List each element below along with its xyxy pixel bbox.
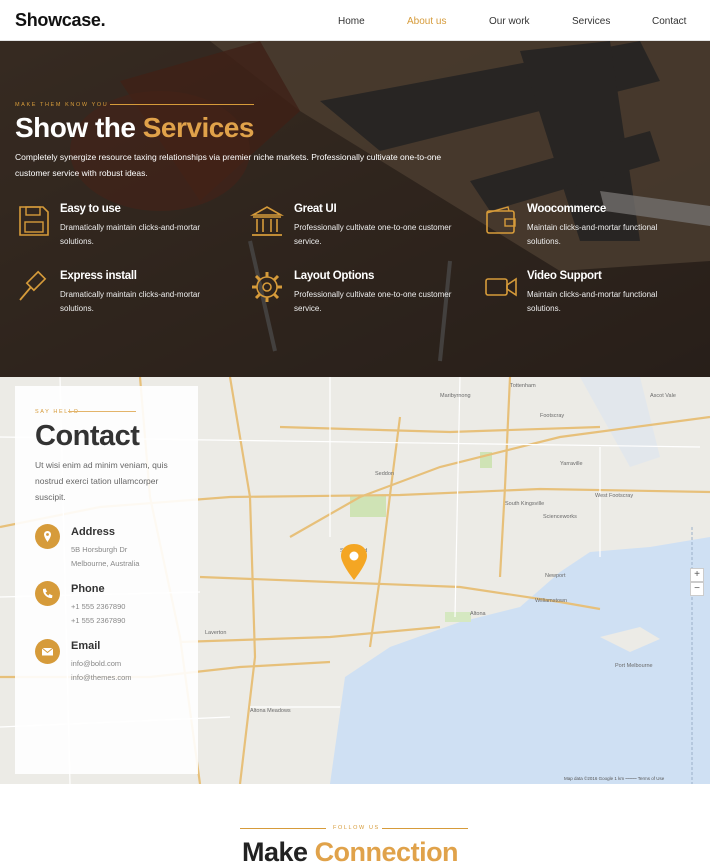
contact-heading: Contact <box>35 420 140 452</box>
svg-text:Newport: Newport <box>545 573 566 579</box>
gear-icon <box>252 272 282 302</box>
svg-text:Altona Meadows: Altona Meadows <box>250 708 291 714</box>
nav-link-home[interactable]: Home <box>338 16 365 27</box>
feature-title: Easy to use <box>60 203 121 215</box>
email-address[interactable]: info@bold.com <box>71 657 121 671</box>
phone-number[interactable]: +1 555 2367890 <box>71 614 125 628</box>
feature-description: Professionally cultivate one-to-one cust… <box>294 290 452 313</box>
eyebrow-divider <box>68 411 136 412</box>
nav-link-services[interactable]: Services <box>572 16 610 27</box>
svg-text:Maribyrnong: Maribyrnong <box>440 393 471 399</box>
gavel-icon <box>19 270 47 301</box>
email-label: Email <box>71 640 101 652</box>
location-pin-icon <box>44 531 51 542</box>
feature-description: Maintain clicks-and-mortar functional so… <box>527 290 658 313</box>
wallet-icon <box>486 206 516 234</box>
svg-text:Laverton: Laverton <box>205 630 226 636</box>
services-heading: Show the Services <box>15 112 254 143</box>
top-navbar: Showcase. Home About us Our work Service… <box>0 0 710 41</box>
eyebrow-divider <box>110 104 254 105</box>
svg-text:Seddon: Seddon <box>375 471 394 477</box>
site-logo[interactable]: Showcase. <box>15 10 106 31</box>
svg-text:Yarraville: Yarraville <box>560 461 583 467</box>
svg-text:Scienceworks: Scienceworks <box>543 514 577 520</box>
svg-text:West Footscray: West Footscray <box>595 493 633 499</box>
svg-text:South Kingsville: South Kingsville <box>505 501 544 507</box>
eyebrow-divider <box>240 828 326 829</box>
phone-badge <box>35 581 60 606</box>
feature-description: Dramatically maintain clicks-and-mortar … <box>60 290 201 313</box>
bank-columns-icon <box>250 206 284 236</box>
follow-heading: Make Connection <box>242 837 459 867</box>
phone-icon <box>42 588 53 599</box>
feature-description: Professionally cultivate one-to-one cust… <box>294 223 452 246</box>
svg-text:Williamstown: Williamstown <box>535 598 567 604</box>
nav-link-contact[interactable]: Contact <box>652 16 686 27</box>
map-attribution[interactable]: Map data ©2016 Google 1 km ⎯⎯⎯⎯⎯ Terms o… <box>564 776 664 781</box>
address-line: Melbourne, Australia <box>71 559 140 568</box>
svg-text:Footscray: Footscray <box>540 413 564 419</box>
svg-text:Ascot Vale: Ascot Vale <box>650 393 676 399</box>
contact-description: Ut wisi enim ad minim veniam, quis nostr… <box>35 460 168 502</box>
email-badge <box>35 639 60 664</box>
feature-description: Dramatically maintain clicks-and-mortar … <box>60 223 201 246</box>
address-badge <box>35 524 60 549</box>
svg-text:Tottenham: Tottenham <box>510 383 536 389</box>
feature-title: Express install <box>60 270 137 282</box>
address-line: 5B Horsburgh Dr <box>71 545 128 554</box>
address-label: Address <box>71 526 116 538</box>
eyebrow-divider <box>382 828 468 829</box>
contact-eyebrow: SAY HELLO <box>35 409 80 415</box>
phone-number[interactable]: +1 555 2367890 <box>71 600 125 614</box>
feature-description: Maintain clicks-and-mortar functional so… <box>527 223 658 246</box>
feature-title: Great UI <box>294 203 337 215</box>
map-zoom-in-button[interactable]: + <box>690 568 704 582</box>
svg-text:Port Melbourne: Port Melbourne <box>615 663 653 669</box>
follow-eyebrow: FOLLOW US <box>333 825 380 831</box>
services-eyebrow: MAKE THEM KNOW YOU <box>15 102 109 108</box>
envelope-icon <box>41 647 54 656</box>
phone-label: Phone <box>71 583 105 595</box>
nav-link-work[interactable]: Our work <box>489 16 530 27</box>
nav-link-about[interactable]: About us <box>407 16 446 27</box>
floppy-disk-icon <box>19 206 49 236</box>
map-zoom-out-button[interactable]: − <box>690 582 704 596</box>
services-description: Completely synergize resource taxing rel… <box>15 152 442 178</box>
svg-text:Altona: Altona <box>470 611 487 617</box>
feature-title: Video Support <box>527 270 602 282</box>
video-camera-icon <box>485 277 517 297</box>
feature-title: Woocommerce <box>527 203 606 215</box>
email-address[interactable]: info@themes.com <box>71 671 132 685</box>
feature-title: Layout Options <box>294 270 375 282</box>
